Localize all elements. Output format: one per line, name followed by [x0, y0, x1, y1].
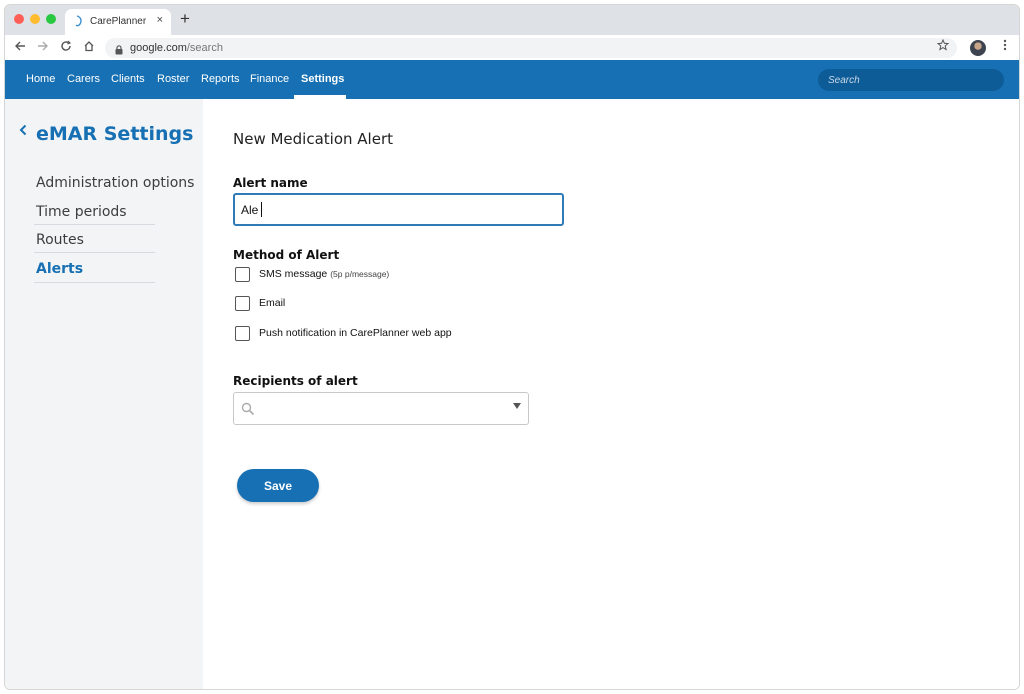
push-notification-checkbox[interactable] [235, 326, 250, 341]
tab-close-icon[interactable]: × [157, 14, 163, 26]
sms-label-text: SMS message [259, 268, 328, 280]
sms-option-label: SMS message (5p p/message) [259, 268, 389, 280]
dropdown-arrow-icon[interactable] [513, 403, 521, 409]
reload-icon[interactable] [60, 40, 72, 55]
app-navbar: Home Carers Clients Roster Reports Finan… [5, 60, 1019, 99]
url-path: /search [186, 42, 223, 54]
back-arrow-icon[interactable] [14, 40, 26, 55]
search-box[interactable] [818, 69, 1004, 91]
sidebar-item-time-periods[interactable]: Time periods [36, 204, 127, 220]
sidebar-item-routes[interactable]: Routes [36, 232, 84, 248]
browser-tab-bar: CarePlanner × + [5, 5, 1019, 35]
sidebar-item-alerts[interactable]: Alerts [36, 261, 83, 277]
text-cursor [261, 202, 262, 217]
browser-window: CarePlanner × + google.com/search Home C… [4, 4, 1020, 690]
email-option-label: Email [259, 297, 286, 309]
email-checkbox[interactable] [235, 296, 250, 311]
push-notification-option-label: Push notification in CarePlanner web app [259, 327, 452, 339]
sms-checkbox[interactable] [235, 267, 250, 282]
sidebar-title: eMAR Settings [36, 123, 194, 145]
method-of-alert-label: Method of Alert [233, 248, 340, 262]
maximize-window-button[interactable] [46, 14, 56, 24]
close-window-button[interactable] [14, 14, 24, 24]
address-bar[interactable]: google.com/search [105, 38, 957, 58]
careplanner-favicon-icon [74, 15, 84, 27]
settings-sidebar: eMAR Settings Administration options Tim… [5, 99, 203, 689]
page-title: New Medication Alert [233, 130, 393, 148]
nav-item-carers[interactable]: Carers [67, 73, 100, 85]
lock-icon [115, 42, 123, 55]
main-content: New Medication Alert Alert name Method o… [203, 99, 1019, 689]
search-input[interactable] [828, 73, 988, 87]
alert-name-field-wrapper [233, 193, 564, 226]
forward-arrow-icon[interactable] [37, 40, 49, 55]
nav-item-settings[interactable]: Settings [301, 73, 344, 85]
new-tab-button[interactable]: + [180, 9, 190, 29]
nav-item-clients[interactable]: Clients [111, 73, 145, 85]
save-button[interactable]: Save [237, 469, 319, 502]
alert-name-input[interactable] [235, 195, 562, 224]
browser-tab[interactable]: CarePlanner × [65, 9, 171, 35]
search-icon [241, 402, 255, 416]
alert-name-label: Alert name [233, 176, 308, 190]
nav-item-roster[interactable]: Roster [157, 73, 189, 85]
sms-price-note: (5p p/message) [330, 269, 390, 279]
home-icon[interactable] [83, 40, 95, 55]
nav-item-home[interactable]: Home [26, 73, 55, 85]
more-vert-icon[interactable] [1003, 39, 1007, 54]
profile-avatar[interactable] [970, 40, 986, 56]
nav-item-finance[interactable]: Finance [250, 73, 289, 85]
star-icon[interactable] [936, 38, 950, 54]
sidebar-divider [34, 224, 155, 225]
tab-title: CarePlanner [90, 16, 147, 27]
sidebar-item-administration-options[interactable]: Administration options [36, 175, 194, 191]
sidebar-divider [34, 282, 155, 283]
back-chevron-icon[interactable] [19, 123, 27, 141]
nav-item-reports[interactable]: Reports [201, 73, 240, 85]
url-text: google.com/search [130, 42, 223, 54]
recipients-select[interactable] [233, 392, 529, 425]
url-host: google.com [130, 42, 187, 54]
browser-toolbar: google.com/search [5, 35, 1019, 61]
recipients-label: Recipients of alert [233, 374, 358, 388]
sidebar-divider [34, 252, 155, 253]
minimize-window-button[interactable] [30, 14, 40, 24]
